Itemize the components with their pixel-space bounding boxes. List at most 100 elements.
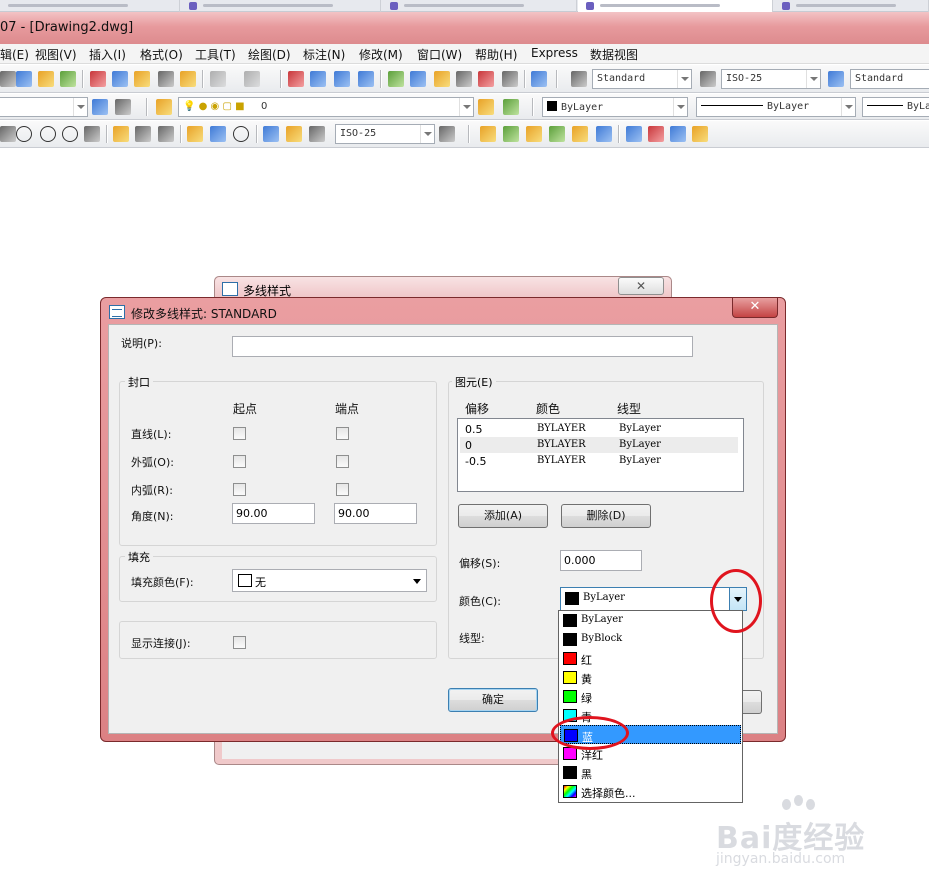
design-center-icon[interactable] [410,71,426,87]
browser-tab[interactable] [181,0,381,12]
menu-edit[interactable]: 辑(E) [0,46,29,63]
undo-icon[interactable] [210,71,226,87]
quick-dim-icon[interactable] [113,126,129,142]
cut-icon[interactable] [90,71,106,87]
color-dropdown-list[interactable]: ByLayer ByBlock 红 黄 绿 青 蓝 洋红 黑 选择颜色... [558,610,743,803]
menu-express[interactable]: Express [531,46,578,60]
start-angle-input[interactable]: 90.00 [232,503,315,524]
lineweight-control-combo[interactable]: ByLa [862,97,929,117]
menu-modify[interactable]: 修改(M) [359,46,403,63]
layer-tool-2-icon[interactable] [503,126,519,142]
help-button-partial[interactable] [742,690,762,714]
dimension-style-icon[interactable] [439,126,455,142]
close-icon[interactable]: ✕ [732,298,778,318]
dim-continue-icon[interactable] [158,126,174,142]
menu-help[interactable]: 帮助(H) [475,46,517,63]
dim-arc-icon[interactable] [16,126,32,142]
calculator-icon[interactable] [502,71,518,87]
print-icon[interactable] [0,71,16,87]
menu-insert[interactable]: 插入(I) [89,46,126,63]
dim-baseline-icon[interactable] [135,126,151,142]
leader-icon[interactable] [187,126,203,142]
layer-previous-icon[interactable] [503,99,519,115]
close-icon[interactable]: ✕ [618,277,664,295]
preview-icon[interactable] [16,71,32,87]
inner-arc-end-checkbox[interactable] [336,483,349,496]
layer-tool-10-icon[interactable] [692,126,708,142]
fill-color-select[interactable]: 无 [232,569,427,592]
layer-tool-8-icon[interactable] [648,126,664,142]
display-joints-checkbox[interactable] [233,636,246,649]
color-option-green[interactable]: 绿 [560,687,741,706]
dim-style-combo-2[interactable]: ISO-25 [335,124,435,144]
dim-edit-icon[interactable] [263,126,279,142]
menu-data-view[interactable]: 数据视图 [590,46,638,63]
copy-icon[interactable] [112,71,128,87]
color-option-black[interactable]: 黑 [560,763,741,782]
dim-style-icon[interactable] [700,71,716,87]
browser-tab[interactable] [382,0,577,12]
workspace-combo[interactable] [0,97,88,117]
description-input[interactable] [232,336,693,357]
menu-format[interactable]: 格式(O) [140,46,183,63]
color-option-yellow[interactable]: 黄 [560,668,741,687]
menu-view[interactable]: 视图(V) [35,46,77,63]
text-style-icon[interactable] [571,71,587,87]
layer-tool-3-icon[interactable] [526,126,542,142]
color-option-red[interactable]: 红 [560,649,741,668]
layer-properties-icon[interactable] [156,99,172,115]
outer-arc-start-checkbox[interactable] [233,455,246,468]
linetype-control-combo[interactable]: ByLayer [696,97,856,117]
paste-icon[interactable] [134,71,150,87]
dim-update-icon[interactable] [309,126,325,142]
globe-icon[interactable] [60,71,76,87]
table-style-combo[interactable]: Standard [850,69,929,89]
dim-aligned-icon[interactable] [0,126,16,142]
dim-diameter-icon[interactable] [62,126,78,142]
browser-tab[interactable] [774,0,929,12]
dim-style-combo[interactable]: ISO-25 [721,69,821,89]
layer-tool-6-icon[interactable] [596,126,612,142]
browser-tab[interactable] [0,0,180,12]
color-control-combo[interactable]: ByLayer [542,97,688,117]
dim-text-edit-icon[interactable] [286,126,302,142]
properties-icon[interactable] [388,71,404,87]
redo-icon[interactable] [244,71,260,87]
line-start-checkbox[interactable] [233,427,246,440]
dim-angular-icon[interactable] [84,126,100,142]
layer-combo[interactable]: 💡 ● ◉ ▢ ■ 0 [178,97,474,117]
tolerance-icon[interactable] [210,126,226,142]
text-style-combo[interactable]: Standard [592,69,692,89]
zoom-realtime-icon[interactable] [310,71,326,87]
add-element-button[interactable]: 添加(A) [458,504,548,528]
layer-tool-9-icon[interactable] [670,126,686,142]
make-layer-current-icon[interactable] [478,99,494,115]
ok-button[interactable]: 确定 [448,688,538,712]
dim-radius-icon[interactable] [40,126,56,142]
end-angle-input[interactable]: 90.00 [334,503,417,524]
menu-draw[interactable]: 绘图(D) [248,46,291,63]
menu-tools[interactable]: 工具(T) [195,46,236,63]
layer-tool-4-icon[interactable] [549,126,565,142]
table-row[interactable]: 0.5 BYLAYER ByLayer [460,421,738,437]
inner-arc-start-checkbox[interactable] [233,483,246,496]
workspace-settings-icon[interactable] [92,99,108,115]
sheet-set-icon[interactable] [456,71,472,87]
brush-icon[interactable] [180,71,196,87]
tool-palettes-icon[interactable] [434,71,450,87]
zoom-previous-icon[interactable] [358,71,374,87]
layer-tool-7-icon[interactable] [626,126,642,142]
line-end-checkbox[interactable] [336,427,349,440]
outer-arc-end-checkbox[interactable] [336,455,349,468]
pan-icon[interactable] [288,71,304,87]
layer-tool-5-icon[interactable] [572,126,588,142]
delete-element-button[interactable]: 删除(D) [561,504,651,528]
match-properties-icon[interactable] [158,71,174,87]
layer-tool-1-icon[interactable] [480,126,496,142]
zoom-window-icon[interactable] [334,71,350,87]
markup-icon[interactable] [478,71,494,87]
browser-tab-active[interactable] [578,0,773,12]
table-row[interactable]: 0 BYLAYER ByLayer [460,437,738,453]
element-offset-input[interactable]: 0.000 [560,550,642,571]
table-style-icon[interactable] [828,71,844,87]
